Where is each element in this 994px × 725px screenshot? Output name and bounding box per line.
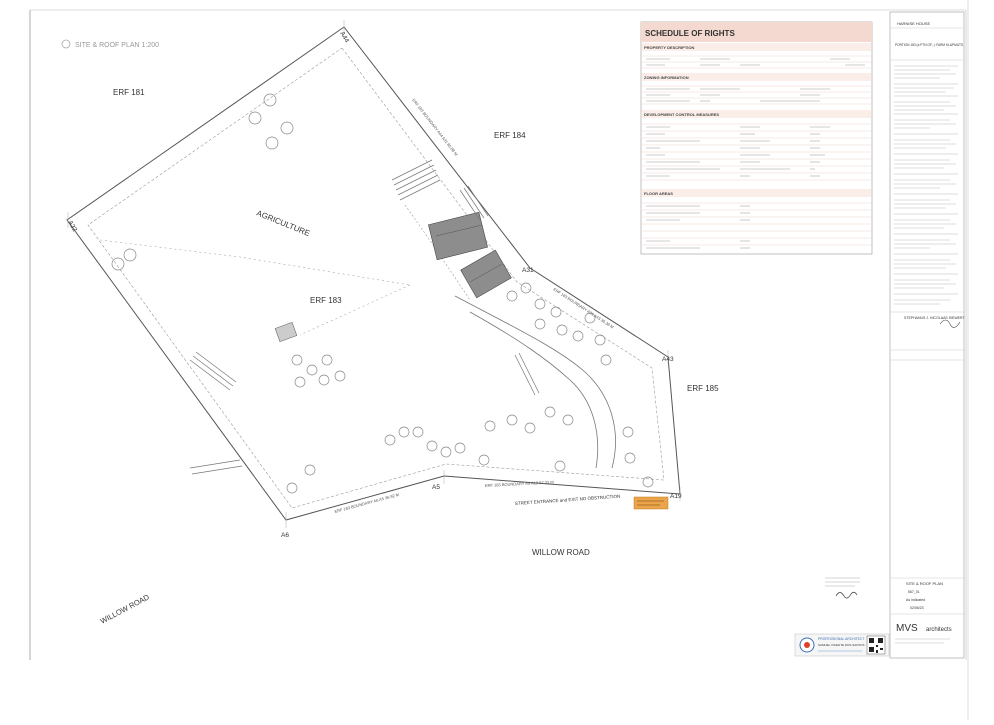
architect-signature-block bbox=[825, 577, 860, 599]
pro-arch-heading: PROFESSIONAL ARCHITECT bbox=[818, 637, 864, 641]
firm-name: architects bbox=[926, 627, 952, 633]
pro-arch-name: SAMUEL VICENTE DOS SANTOS bbox=[818, 643, 865, 647]
drawing-date: 02/06/23 bbox=[910, 606, 924, 610]
title-block: HARNISE HOUSE PORTION 183 (a PTN OF...) … bbox=[889, 11, 965, 659]
internal-dashed-line bbox=[299, 284, 411, 336]
firm-logo-mark: MVS bbox=[896, 623, 918, 634]
boundary-bottom-label: ERF 183 BOUNDARY A5 A19 57.33 M bbox=[485, 479, 554, 488]
building-roof-main bbox=[428, 211, 488, 261]
building-line bbox=[87, 47, 665, 509]
erf-183-label: ERF 183 bbox=[310, 296, 342, 305]
willow-road-label: WILLOW ROAD bbox=[532, 548, 590, 557]
boundary-top-label: ERF 183 BOUNDARY A44 A31 86.88 M bbox=[411, 98, 459, 157]
boundary-right-label: ERF 183 BOUNDARY A31 A43 36.36 M bbox=[552, 287, 614, 330]
dimension-ticks bbox=[67, 20, 681, 528]
point-a19: A19 bbox=[670, 493, 682, 500]
owner-name: STEPHANUS J. NICOLAAS SIEWERT bbox=[904, 316, 965, 320]
drawing-number: 567_01 bbox=[908, 590, 920, 594]
internal-dashed-line bbox=[99, 239, 411, 286]
project-name: HARNISE HOUSE bbox=[897, 21, 930, 26]
annotation-block bbox=[189, 159, 540, 475]
notice-box bbox=[633, 496, 669, 510]
point-a5: A5 bbox=[432, 484, 440, 491]
schedule-section-property: PROPERTY DESCRIPTION bbox=[644, 45, 694, 50]
schedule-section-development: DEVELOPMENT CONTROL MEASURES bbox=[644, 112, 719, 117]
tree-group bbox=[111, 93, 654, 494]
sacap-logo-center-icon bbox=[804, 642, 810, 648]
agriculture-label: AGRICULTURE bbox=[255, 209, 311, 239]
erf-184-label: ERF 184 bbox=[494, 131, 526, 140]
point-a43: A43 bbox=[662, 356, 674, 363]
boundary-bottom-left-label: ERF 183 BOUNDARY A6 A5 36.92 M bbox=[334, 492, 400, 514]
point-a6: A6 bbox=[281, 532, 289, 539]
point-a31: A31 bbox=[522, 267, 534, 274]
drawing-title: SITE & ROOF PLAN bbox=[906, 581, 943, 586]
drawing-sheet: SITE & ROOF PLAN 1:200 ERF 181 ERF 184 E bbox=[0, 0, 994, 720]
erf-181-label: ERF 181 bbox=[113, 88, 145, 97]
drawing-scale: As indicated bbox=[906, 598, 925, 602]
title-marker-icon bbox=[61, 39, 71, 49]
erf-185-label: ERF 185 bbox=[687, 384, 719, 393]
plan-title: SITE & ROOF PLAN 1:200 bbox=[75, 42, 159, 49]
schedule-section-floor-areas: FLOOR AREAS bbox=[644, 191, 673, 196]
schedule-title: SCHEDULE OF RIGHTS bbox=[645, 29, 735, 38]
site-boundary bbox=[66, 26, 681, 521]
willow-road-side-label: WILLOW ROAD bbox=[99, 592, 152, 626]
driveway-edge bbox=[469, 311, 599, 469]
schedule-section-zoning: ZONING INFORMATION bbox=[644, 75, 689, 80]
site-plan-svg: SITE & ROOF PLAN 1:200 ERF 181 ERF 184 E bbox=[29, 0, 969, 720]
property-address: PORTION 183 (a PTN OF...) FARM KLAPMUTS bbox=[895, 43, 963, 47]
outbuilding bbox=[274, 322, 298, 342]
building-roof-second bbox=[460, 249, 512, 299]
professional-architect-stamp: PROFESSIONAL ARCHITECT SAMUEL VICENTE DO… bbox=[794, 633, 890, 657]
schedule-of-rights: SCHEDULE OF RIGHTS PROPERTY DESCRIPTION … bbox=[640, 21, 873, 255]
street-entrance-label: STREET ENTRANCE and EXIT NO OBSTRUCTION bbox=[515, 494, 621, 506]
